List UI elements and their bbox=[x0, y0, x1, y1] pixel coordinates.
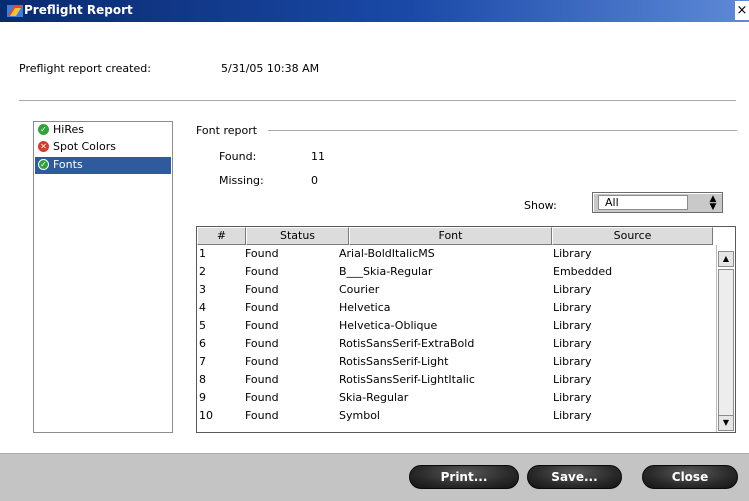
table-row[interactable]: 9 Found Skia-Regular Library bbox=[197, 389, 713, 407]
header-divider bbox=[19, 100, 736, 101]
table-header: # Status Font Source bbox=[197, 227, 713, 245]
cell-font: Skia-Regular bbox=[339, 391, 409, 404]
save-button[interactable]: Save... bbox=[527, 465, 622, 489]
scroll-down-arrow-icon[interactable]: ▼ bbox=[718, 415, 734, 431]
column-header-status[interactable]: Status bbox=[246, 227, 349, 245]
cell-number: 6 bbox=[199, 337, 206, 350]
group-divider bbox=[268, 130, 737, 131]
cell-status: Found bbox=[245, 337, 279, 350]
cell-status: Found bbox=[245, 247, 279, 260]
column-header-source[interactable]: Source bbox=[552, 227, 713, 245]
cell-number: 1 bbox=[199, 247, 206, 260]
button-bar: Print... Save... Close bbox=[0, 453, 749, 501]
table-row[interactable]: 6 Found RotisSansSerif-ExtraBold Library bbox=[197, 335, 713, 353]
font-table[interactable]: # Status Font Source 1 Found Arial-BoldI… bbox=[196, 226, 736, 433]
cell-source: Library bbox=[553, 247, 592, 260]
found-label: Found: bbox=[219, 150, 257, 163]
check-circle-icon: ✓ bbox=[38, 124, 49, 135]
table-row[interactable]: 8 Found RotisSansSerif-LightItalic Libra… bbox=[197, 371, 713, 389]
cell-font: Arial-BoldItalicMS bbox=[339, 247, 435, 260]
table-row[interactable]: 3 Found Courier Library bbox=[197, 281, 713, 299]
report-created-value: 5/31/05 10:38 AM bbox=[221, 62, 320, 75]
window-title: Preflight Report bbox=[24, 3, 133, 17]
cell-number: 2 bbox=[199, 265, 206, 278]
cell-status: Found bbox=[245, 391, 279, 404]
cell-source: Library bbox=[553, 301, 592, 314]
cell-number: 7 bbox=[199, 355, 206, 368]
cell-source: Library bbox=[553, 373, 592, 386]
cell-font: B___Skia-Regular bbox=[339, 265, 433, 278]
category-label: HiRes bbox=[53, 123, 84, 136]
cell-source: Library bbox=[553, 391, 592, 404]
cell-source: Library bbox=[553, 337, 592, 350]
category-item-fonts[interactable]: ✓ Fonts bbox=[35, 157, 171, 174]
cell-number: 4 bbox=[199, 301, 206, 314]
cell-status: Found bbox=[245, 409, 279, 422]
table-row[interactable]: 1 Found Arial-BoldItalicMS Library bbox=[197, 245, 713, 263]
cell-number: 9 bbox=[199, 391, 206, 404]
table-row[interactable]: 4 Found Helvetica Library bbox=[197, 299, 713, 317]
updown-arrows-icon: ▲ ▼ bbox=[709, 194, 717, 212]
preflight-app-icon bbox=[7, 5, 23, 17]
print-button[interactable]: Print... bbox=[409, 465, 519, 489]
column-header-font[interactable]: Font bbox=[349, 227, 552, 245]
cell-font: RotisSansSerif-Light bbox=[339, 355, 449, 368]
cell-font: RotisSansSerif-ExtraBold bbox=[339, 337, 475, 350]
category-list[interactable]: ✓ HiRes ✕ Spot Colors ✓ Fonts bbox=[33, 121, 173, 433]
cell-number: 8 bbox=[199, 373, 206, 386]
cell-source: Library bbox=[553, 409, 592, 422]
table-row[interactable]: 2 Found B___Skia-Regular Embedded bbox=[197, 263, 713, 281]
cell-source: Embedded bbox=[553, 265, 613, 278]
category-label: Fonts bbox=[53, 158, 83, 171]
cell-status: Found bbox=[245, 373, 279, 386]
x-circle-icon: ✕ bbox=[38, 141, 49, 152]
check-circle-icon: ✓ bbox=[38, 159, 49, 170]
cell-status: Found bbox=[245, 283, 279, 296]
cell-status: Found bbox=[245, 319, 279, 332]
font-report-group-label: Font report bbox=[196, 124, 258, 137]
missing-count: 0 bbox=[311, 174, 318, 187]
cell-status: Found bbox=[245, 265, 279, 278]
cell-status: Found bbox=[245, 301, 279, 314]
category-item-hires[interactable]: ✓ HiRes bbox=[35, 122, 171, 139]
close-window-icon[interactable]: × bbox=[735, 1, 749, 20]
cell-font: Symbol bbox=[339, 409, 380, 422]
cell-font: Courier bbox=[339, 283, 380, 296]
missing-label: Missing: bbox=[219, 174, 264, 187]
cell-status: Found bbox=[245, 355, 279, 368]
cell-number: 5 bbox=[199, 319, 206, 332]
table-row[interactable]: 10 Found Symbol Library bbox=[197, 407, 713, 425]
report-created-label: Preflight report created: bbox=[19, 62, 151, 75]
cell-number: 3 bbox=[199, 283, 206, 296]
table-body: 1 Found Arial-BoldItalicMS Library 2 Fou… bbox=[197, 245, 713, 425]
table-scrollbar[interactable]: ▲ ▼ bbox=[716, 245, 735, 432]
category-label: Spot Colors bbox=[53, 140, 116, 153]
found-count: 11 bbox=[311, 150, 325, 163]
title-bar: Preflight Report × bbox=[0, 0, 749, 22]
cell-source: Library bbox=[553, 355, 592, 368]
column-header-number[interactable]: # bbox=[197, 227, 246, 245]
cell-font: Helvetica bbox=[339, 301, 391, 314]
table-row[interactable]: 7 Found RotisSansSerif-Light Library bbox=[197, 353, 713, 371]
show-filter-label: Show: bbox=[524, 199, 557, 212]
cell-font: RotisSansSerif-LightItalic bbox=[339, 373, 475, 386]
show-filter-value: All bbox=[598, 195, 688, 210]
table-row[interactable]: 5 Found Helvetica-Oblique Library bbox=[197, 317, 713, 335]
cell-number: 10 bbox=[199, 409, 213, 422]
cell-source: Library bbox=[553, 319, 592, 332]
category-item-spot-colors[interactable]: ✕ Spot Colors bbox=[35, 139, 171, 156]
close-button[interactable]: Close bbox=[642, 465, 738, 489]
scrollbar-thumb[interactable] bbox=[718, 269, 734, 424]
scroll-up-arrow-icon[interactable]: ▲ bbox=[718, 251, 734, 267]
show-filter-select[interactable]: All ▲ ▼ bbox=[592, 192, 723, 213]
cell-font: Helvetica-Oblique bbox=[339, 319, 438, 332]
cell-source: Library bbox=[553, 283, 592, 296]
